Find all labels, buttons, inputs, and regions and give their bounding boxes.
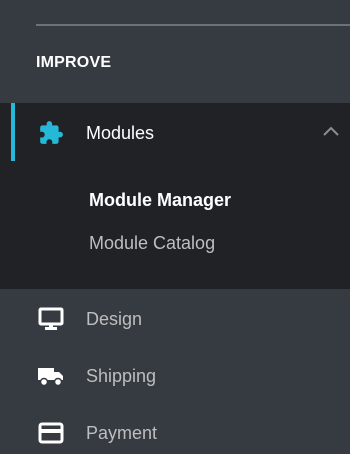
puzzle-icon [36,118,66,148]
chevron-up-icon[interactable] [322,124,340,136]
active-indicator-bar [11,103,15,161]
sidebar-item-label-payment: Payment [86,422,158,443]
sidebar-item-label-modules: Modules [86,122,155,143]
sidebar-item-label-design: Design [86,308,143,329]
sidebar: IMPROVE Modules Module Manager Module Ca… [0,0,350,454]
top-divider [36,24,350,26]
credit-card-icon [36,418,66,448]
section-heading-improve: IMPROVE [36,54,112,71]
truck-icon [36,361,66,391]
sidebar-item-design[interactable]: Design [36,304,142,334]
submenu-item-module-manager[interactable]: Module Manager [89,190,231,211]
sidebar-item-payment[interactable]: Payment [36,418,157,448]
submenu-item-module-catalog[interactable]: Module Catalog [89,233,215,254]
monitor-icon [36,304,66,334]
sidebar-item-modules[interactable]: Modules [36,118,154,148]
sidebar-item-label-shipping: Shipping [86,365,157,386]
sidebar-item-shipping[interactable]: Shipping [36,361,156,391]
